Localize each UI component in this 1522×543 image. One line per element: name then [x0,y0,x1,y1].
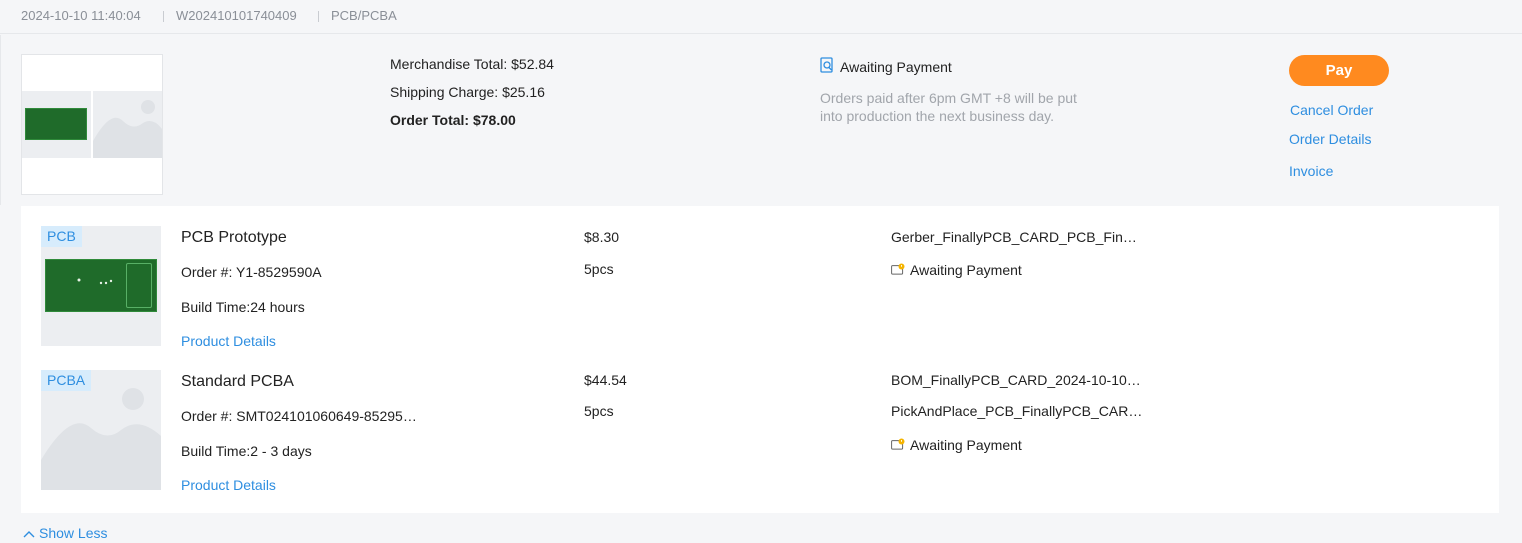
search-document-icon [820,57,834,76]
pcb-board-image [25,108,87,140]
product-quantity: 5pcs [584,403,614,419]
pay-button[interactable]: Pay [1289,55,1389,86]
product-price: $44.54 [584,372,627,388]
product-details-link[interactable]: Product Details [181,333,276,349]
production-note: Orders paid after 6pm GMT +8 will be put… [820,90,1077,124]
shipping-charge: Shipping Charge: $25.16 [390,84,545,100]
product-order-number: Order #: Y1-8529590A [181,264,322,280]
wallet-clock-icon [891,437,905,453]
product-status-text: Awaiting Payment [910,262,1022,278]
product-details-link[interactable]: Product Details [181,477,276,493]
pcb-thumbnail [22,91,91,158]
product-status: Awaiting Payment [891,262,1022,278]
order-items-panel [21,206,1499,513]
product-type-tag: PCB [41,226,82,247]
show-less-toggle[interactable]: Show Less [23,525,107,541]
product-file[interactable]: PickAndPlace_PCB_FinallyPCB_CARD.xlsx [891,403,1143,419]
product-quantity: 5pcs [584,261,614,277]
product-title: Standard PCBA [181,373,294,390]
order-category: PCB/PCBA [331,8,397,23]
product-order-number: Order #: SMT024101060649-8529590A [181,408,419,424]
order-header-bar: 2024-10-10 11:40:04 W202410101740409 PCB… [0,0,1522,34]
order-status: Awaiting Payment [820,57,952,76]
order-total: Order Total: $78.00 [390,112,516,128]
invoice-link[interactable]: Invoice [1289,163,1333,179]
order-details-link[interactable]: Order Details [1289,131,1371,147]
divider [318,11,319,22]
order-number: W202410101740409 [176,8,297,23]
product-file[interactable]: Gerber_FinallyPCB_CARD_PCB_FinallyPCB_CA… [891,229,1139,245]
wallet-clock-icon [891,262,905,278]
product-price: $8.30 [584,229,620,245]
merchandise-total: Merchandise Total: $52.84 [390,56,554,72]
product-title: PCB Prototype [181,229,287,246]
product-thumbnail: PCB [41,226,161,346]
board-outline [126,263,152,308]
show-less-label: Show Less [39,525,108,541]
order-datetime: 2024-10-10 11:40:04 [21,8,141,23]
chevron-up-icon [23,525,35,541]
product-status: Awaiting Payment [891,437,1022,453]
product-status-text: Awaiting Payment [910,437,1022,453]
product-file[interactable]: BOM_FinallyPCB_CARD_2024-10-10.xlsx [891,372,1143,388]
product-thumbnail: PCBA [41,370,161,490]
product-build-time: Build Time:2 - 3 days [181,443,312,459]
divider [163,11,164,22]
order-status-text: Awaiting Payment [840,58,952,75]
board-components [77,278,113,285]
cancel-order-link[interactable]: Cancel Order [1290,102,1373,118]
product-type-tag: PCBA [41,370,92,391]
pcb-board-image [45,259,157,312]
product-build-time: Build Time:24 hours [181,299,305,315]
image-placeholder-icon [93,91,162,158]
